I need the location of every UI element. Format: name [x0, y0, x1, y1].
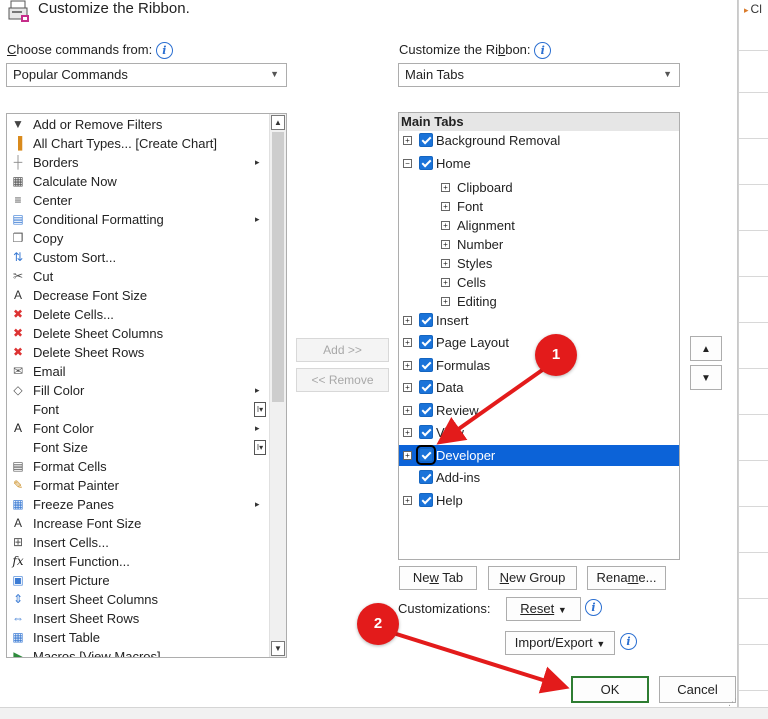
- arrow-to-ok: [389, 630, 570, 694]
- annotation-badge-2: 2: [357, 603, 399, 645]
- arrow-to-developer: [436, 364, 550, 445]
- annotation-badge-1: 1: [535, 334, 577, 376]
